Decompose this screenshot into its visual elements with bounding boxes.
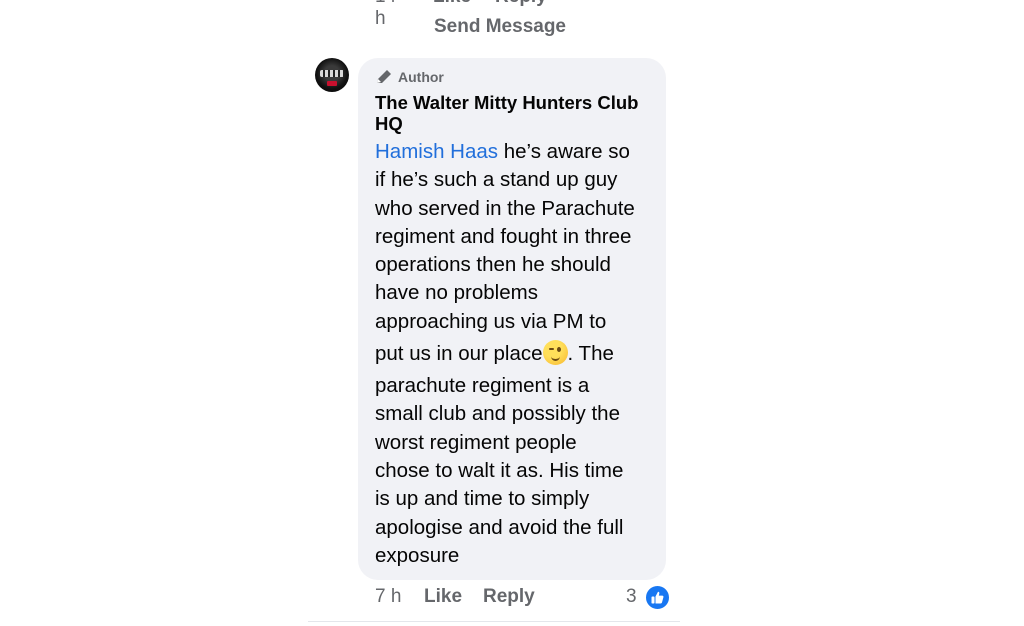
previous-reply-button[interactable]: Reply — [495, 0, 547, 8]
comment-line: have no problems — [375, 281, 538, 305]
comment-line: if he’s such a stand up guy — [375, 168, 618, 192]
comment-divider — [308, 621, 680, 622]
author-avatar[interactable] — [315, 58, 349, 92]
comment-line-text: he’s aware so — [498, 140, 630, 163]
previous-like-button[interactable]: Like — [433, 0, 471, 8]
comment-line-text: . The — [567, 342, 614, 366]
comment-line: put us in our place . The — [375, 336, 665, 372]
mention-link[interactable]: Hamish Haas — [375, 140, 498, 163]
author-name-line-1: The Walter Mitty Hunters Club — [375, 92, 639, 113]
comment-text: Hamish Haas he’s aware so if he’s such a… — [375, 138, 665, 570]
reaction-count[interactable]: 3 — [626, 586, 637, 608]
comment-line: worst regiment people — [375, 430, 577, 454]
send-message-button[interactable]: Send Message — [434, 16, 566, 38]
like-thumbs-up-icon[interactable] — [645, 585, 670, 610]
comment-line: operations then he should — [375, 253, 611, 277]
comment-line: small club and possibly the — [375, 402, 620, 426]
comment-author-name[interactable]: The Walter Mitty Hunters Club HQ — [375, 92, 665, 134]
comment-line: Hamish Haas he’s aware so — [375, 138, 665, 166]
pencil-icon — [377, 70, 391, 83]
comment-line: exposure — [375, 543, 460, 567]
comment-line-text: put us in our place — [375, 342, 543, 366]
comment-line: apologise and avoid the full — [375, 515, 624, 539]
comment-time[interactable]: 7 h — [375, 586, 401, 608]
reply-button[interactable]: Reply — [483, 586, 535, 608]
winking-face-icon — [542, 340, 568, 366]
avatar-graphic — [320, 70, 344, 77]
author-badge-label: Author — [398, 69, 444, 85]
author-name-line-2: HQ — [375, 113, 403, 134]
comment-line: is up and time to simply — [375, 487, 590, 511]
comment-line: chose to walt it as. His time — [375, 458, 624, 482]
comment-line: regiment and fought in three — [375, 224, 632, 248]
comment-line: parachute regiment is a — [375, 374, 590, 398]
previous-comment-actions: 14 h Like Reply Send Message — [375, 0, 675, 42]
comment-actions: 7 h Like Reply 3 — [375, 585, 675, 611]
comment-line: who served in the Parachute — [375, 196, 635, 220]
previous-comment-time: 14 h — [375, 0, 396, 29]
like-button[interactable]: Like — [424, 586, 462, 608]
author-badge: Author — [375, 69, 444, 85]
avatar-accent — [327, 81, 337, 86]
comment-line: approaching us via PM to — [375, 309, 607, 333]
